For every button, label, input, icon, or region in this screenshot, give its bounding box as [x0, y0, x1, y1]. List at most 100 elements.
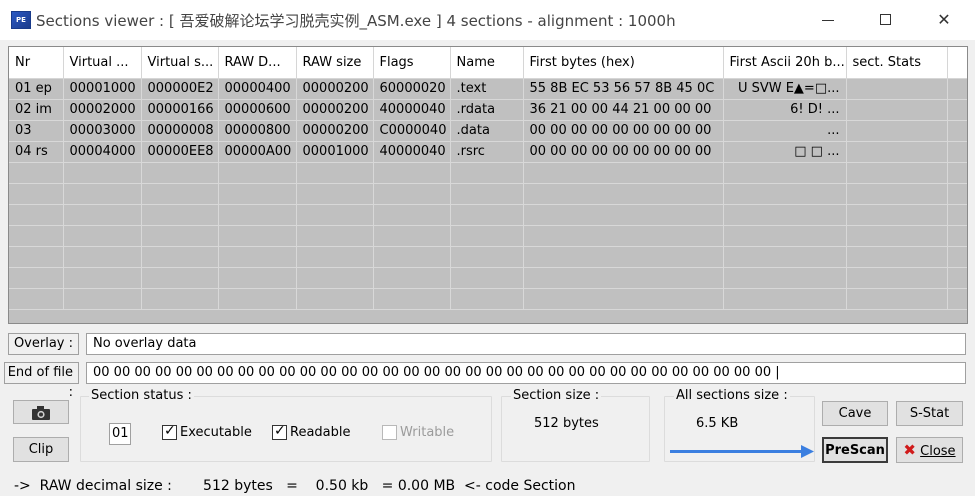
table-cell	[947, 204, 967, 226]
table-cell: 40000040	[373, 99, 451, 121]
table-cell: 00000200	[296, 78, 374, 100]
clip-button[interactable]: Clip	[13, 437, 69, 462]
maximize-button[interactable]	[863, 0, 909, 40]
table-cell: ...	[723, 120, 847, 142]
check-icon: ✓	[274, 423, 286, 439]
close-button[interactable]: ✖ Close	[896, 437, 963, 463]
sections-table[interactable]: Nr Virtual ... Virtual s... RAW D... RAW siz…	[8, 46, 968, 324]
column-header[interactable]: First Ascii 20h b...	[723, 47, 847, 79]
table-cell	[63, 246, 142, 268]
table-cell	[523, 246, 724, 268]
table-cell: 00000A00	[218, 141, 297, 163]
writable-checkbox[interactable]	[382, 425, 397, 440]
table-cell	[947, 120, 967, 142]
table-cell: 01 ep	[9, 78, 64, 100]
table-row[interactable]	[9, 288, 967, 310]
table-cell	[947, 225, 967, 247]
table-cell: 00003000	[63, 120, 142, 142]
table-cell	[947, 183, 967, 205]
table-cell	[63, 183, 142, 205]
table-cell	[9, 225, 64, 247]
table-row[interactable]: 01 ep 00001000 000000E2 00000400 00000200 600…	[9, 78, 967, 100]
table-cell	[846, 120, 948, 142]
table-cell	[846, 225, 948, 247]
table-cell: 00002000	[63, 99, 142, 121]
table-row[interactable]: 02 im 00002000 00000166 00000600 00000200 400…	[9, 99, 967, 121]
table-cell: 00001000	[63, 78, 142, 100]
column-header[interactable]: RAW D...	[218, 47, 297, 79]
table-row[interactable]	[9, 267, 967, 289]
table-cell	[218, 225, 297, 247]
table-cell	[723, 246, 847, 268]
table-cell: 000000E2	[141, 78, 219, 100]
table-cell	[9, 246, 64, 268]
table-cell	[141, 183, 219, 205]
status-bar-text: -> RAW decimal size : 512 bytes = 0.50 k…	[14, 478, 576, 494]
all-sections-size-value: 6.5 KB	[696, 416, 739, 431]
s-stat-button[interactable]: S-Stat	[896, 401, 963, 426]
table-cell: 00000200	[296, 120, 374, 142]
column-header[interactable]: Virtual s...	[141, 47, 219, 79]
table-cell	[218, 183, 297, 205]
table-cell	[218, 204, 297, 226]
column-header[interactable]: RAW size	[296, 47, 374, 79]
column-header[interactable]: First bytes (hex)	[523, 47, 724, 79]
table-cell: 60000020	[373, 78, 451, 100]
table-cell	[947, 78, 967, 100]
prescan-button[interactable]: PreScan	[822, 437, 888, 463]
table-cell	[723, 162, 847, 184]
table-cell	[63, 162, 142, 184]
table-cell	[218, 267, 297, 289]
executable-checkbox[interactable]: ✓	[162, 423, 177, 440]
table-cell: .data	[450, 120, 524, 142]
column-header[interactable]: Flags	[373, 47, 451, 79]
column-header[interactable]: Name	[450, 47, 524, 79]
table-cell	[846, 204, 948, 226]
table-cell	[523, 267, 724, 289]
column-header-filler	[947, 47, 967, 79]
table-cell: 03	[9, 120, 64, 142]
section-number-field[interactable]: 01	[109, 423, 131, 445]
table-cell: .rsrc	[450, 141, 524, 163]
column-header[interactable]: Nr	[9, 47, 64, 79]
table-cell: 00 00 00 00 00 00 00 00 00	[523, 141, 724, 163]
app-icon: PE	[11, 11, 31, 29]
minimize-button[interactable]	[805, 0, 851, 40]
readable-checkbox[interactable]: ✓	[272, 423, 287, 440]
table-cell	[723, 288, 847, 310]
table-cell	[141, 225, 219, 247]
table-cell: 00000400	[218, 78, 297, 100]
table-row[interactable]	[9, 183, 967, 205]
close-window-button[interactable]: ✕	[921, 0, 967, 40]
table-row[interactable]	[9, 246, 967, 268]
table-row[interactable]: 04 rs 00004000 00000EE8 00000A00 00001000 400…	[9, 141, 967, 163]
table-cell	[63, 225, 142, 247]
table-cell	[450, 246, 524, 268]
table-cell: 36 21 00 00 44 21 00 00 00	[523, 99, 724, 121]
camera-button[interactable]	[13, 400, 69, 424]
table-cell	[63, 267, 142, 289]
table-row[interactable]	[9, 162, 967, 184]
table-cell	[218, 288, 297, 310]
all-sections-size-title: All sections size :	[674, 388, 790, 403]
table-cell	[450, 183, 524, 205]
table-row[interactable]	[9, 204, 967, 226]
table-row[interactable]: 03 00003000 00000008 00000800 00000200 C00000…	[9, 120, 967, 142]
column-header[interactable]: Virtual ...	[63, 47, 142, 79]
cave-button[interactable]: Cave	[822, 401, 888, 426]
table-cell	[9, 288, 64, 310]
table-row[interactable]	[9, 225, 967, 247]
maximize-icon	[880, 14, 891, 25]
table-cell	[296, 162, 374, 184]
table-cell	[296, 183, 374, 205]
table-cell	[523, 183, 724, 205]
close-button-label: Close	[920, 444, 956, 459]
section-size-title: Section size :	[511, 388, 602, 403]
table-cell: 00000200	[296, 99, 374, 121]
column-header[interactable]: sect. Stats	[846, 47, 948, 79]
readable-label: Readable	[290, 425, 351, 440]
table-cell	[373, 288, 451, 310]
table-cell: 40000040	[373, 141, 451, 163]
writable-label: Writable	[400, 425, 455, 440]
table-cell: 00000600	[218, 99, 297, 121]
